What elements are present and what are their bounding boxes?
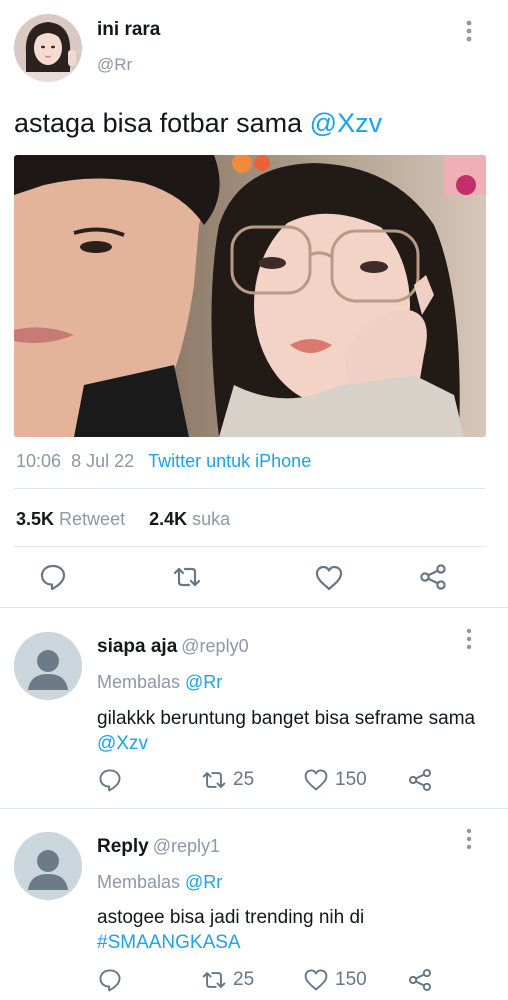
replying-label: Membalas	[97, 872, 186, 892]
divider	[0, 808, 508, 809]
retweet-icon	[202, 972, 226, 988]
default-user-icon	[14, 832, 82, 900]
reply-text: gilakkk beruntung banget bisa seframe sa…	[97, 706, 487, 756]
reply-avatar[interactable]	[14, 832, 82, 900]
tweet-time: 10:06	[16, 451, 62, 471]
reply-author-name[interactable]: Reply	[97, 836, 149, 857]
like-count[interactable]: 2.4K	[149, 509, 187, 529]
more-options-icon[interactable]	[462, 826, 476, 854]
reply-icon	[40, 564, 66, 591]
reply-button[interactable]	[38, 562, 68, 592]
heart-icon	[304, 969, 328, 991]
reply-retweet-count: 25	[233, 769, 255, 790]
divider	[0, 607, 508, 608]
author-handle[interactable]: @Rr	[97, 55, 132, 75]
share-icon	[408, 768, 432, 792]
reply-button[interactable]	[97, 767, 123, 793]
like-label[interactable]: suka	[192, 509, 230, 529]
retweet-label[interactable]: Retweet	[59, 509, 125, 529]
reply-icon	[99, 969, 121, 992]
replying-label: Membalas	[97, 672, 186, 692]
default-user-icon	[14, 632, 82, 700]
share-icon	[420, 564, 446, 590]
reply-author[interactable]: siapa aja @reply0	[97, 636, 249, 658]
share-icon	[408, 968, 432, 992]
retweet-button[interactable]: 25	[201, 967, 254, 993]
reply-button[interactable]	[97, 967, 123, 993]
reply-actions: 25 150	[97, 967, 437, 993]
more-options-icon[interactable]	[462, 18, 476, 46]
retweet-icon	[173, 567, 201, 587]
share-button[interactable]	[418, 562, 448, 592]
retweet-button[interactable]: 25	[201, 767, 254, 793]
reply-text-link[interactable]: @Xzv	[97, 733, 148, 754]
heart-icon	[315, 565, 343, 591]
share-button[interactable]	[407, 967, 433, 993]
heart-icon	[304, 769, 328, 791]
tweet-photo[interactable]	[14, 155, 486, 437]
divider	[14, 488, 486, 489]
reply-author-handle[interactable]: @reply1	[153, 836, 220, 856]
reply-author-handle[interactable]: @reply0	[181, 636, 248, 656]
like-button[interactable]: 150	[303, 767, 367, 793]
replying-to-link[interactable]: @Rr	[185, 872, 222, 892]
reply-retweet-count: 25	[233, 969, 255, 990]
reply-text-body: gilakkk beruntung banget bisa seframe sa…	[97, 708, 476, 729]
retweet-count[interactable]: 3.5K	[16, 509, 54, 529]
tweet-text: astaga bisa fotbar sama @Xzv	[14, 108, 382, 139]
replying-to-link[interactable]: @Rr	[185, 672, 222, 692]
tweet-stats: 3.5K Retweet 2.4K suka	[16, 509, 230, 530]
reply-avatar[interactable]	[14, 632, 82, 700]
reply-text-link[interactable]: #SMAANGKASA	[97, 932, 241, 953]
reply-icon	[99, 769, 121, 792]
reply-author-name[interactable]: siapa aja	[97, 636, 177, 657]
replying-to: Membalas @Rr	[97, 672, 222, 693]
like-button[interactable]	[314, 563, 344, 593]
tweet-text-body: astaga bisa fotbar sama	[14, 108, 310, 138]
reply-like-count: 150	[335, 969, 367, 990]
tweet-meta: 10:06 8 Jul 22 Twitter untuk iPhone	[16, 451, 311, 472]
divider	[14, 546, 486, 547]
tweet-photo-image	[14, 155, 486, 437]
reply-actions: 25 150	[97, 767, 437, 793]
reply-text-body: astogee bisa jadi trending nih di	[97, 907, 365, 928]
replying-to: Membalas @Rr	[97, 872, 222, 893]
author-avatar-image	[14, 14, 82, 82]
tweet-source-link[interactable]: Twitter untuk iPhone	[148, 451, 311, 471]
tweet-mention-link[interactable]: @Xzv	[310, 108, 382, 138]
tweet-date: 8 Jul 22	[71, 451, 135, 471]
share-button[interactable]	[407, 767, 433, 793]
more-options-icon[interactable]	[462, 626, 476, 654]
retweet-button[interactable]	[172, 562, 202, 592]
retweet-icon	[202, 772, 226, 788]
reply-like-count: 150	[335, 769, 367, 790]
author-avatar[interactable]	[14, 14, 82, 82]
reply-text: astogee bisa jadi trending nih di #SMAAN…	[97, 905, 487, 955]
like-button[interactable]: 150	[303, 967, 367, 993]
author-name[interactable]: ini rara	[97, 19, 160, 41]
reply-author[interactable]: Reply @reply1	[97, 836, 220, 858]
